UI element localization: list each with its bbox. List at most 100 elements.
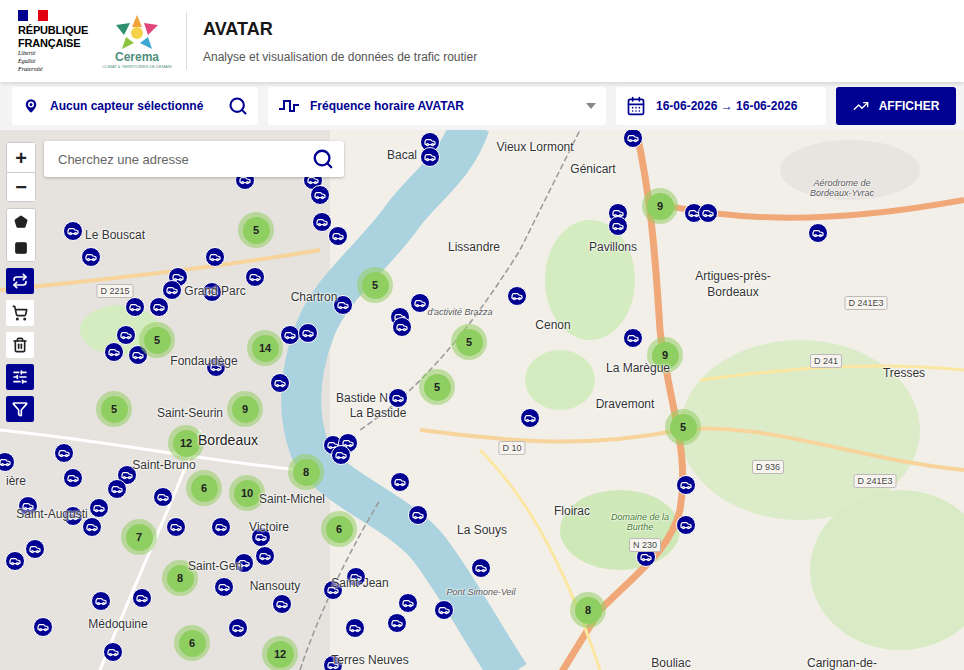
sensor-pin[interactable]	[676, 475, 696, 495]
car-icon	[524, 412, 536, 424]
sensor-cluster[interactable]: 5	[96, 391, 132, 427]
sensor-pin[interactable]	[272, 594, 292, 614]
sensor-pin[interactable]	[471, 558, 491, 578]
zoom-in-button[interactable]: +	[7, 143, 35, 172]
sensor-pin[interactable]	[103, 642, 123, 662]
sensor-cluster[interactable]: 5	[238, 212, 274, 248]
car-icon	[86, 521, 98, 533]
sensor-cluster[interactable]: 5	[451, 324, 487, 360]
rectangle-tool-button[interactable]	[7, 235, 35, 261]
place-label: d'activité Brazza	[424, 307, 496, 317]
sensor-pin[interactable]	[676, 515, 696, 535]
sensor-pin[interactable]	[398, 593, 418, 613]
sensor-pin[interactable]	[211, 517, 231, 537]
sensor-pin[interactable]	[132, 588, 152, 608]
sensor-cluster[interactable]: 6	[321, 511, 357, 547]
sensor-cluster[interactable]: 6	[174, 625, 210, 661]
sensor-pin[interactable]	[228, 618, 248, 638]
sensor-pin[interactable]	[507, 286, 527, 306]
sensor-pin[interactable]	[345, 618, 365, 638]
sensor-pin[interactable]	[410, 293, 430, 313]
sensor-pin[interactable]	[331, 445, 351, 465]
sensor-pin[interactable]	[434, 600, 454, 620]
app: RÉPUBLIQUEFRANÇAISELibertéÉgalitéFratern…	[0, 0, 964, 670]
sensor-pin[interactable]	[298, 323, 318, 343]
sensor-pin[interactable]	[270, 373, 290, 393]
sensor-pin[interactable]	[310, 185, 330, 205]
address-input[interactable]	[56, 151, 312, 168]
place-label: Bouliac	[651, 656, 690, 670]
sensor-pin[interactable]	[623, 328, 643, 348]
sensor-pin[interactable]	[63, 468, 83, 488]
sensor-field[interactable]: Aucun capteur sélectionné	[12, 87, 258, 125]
sensor-cluster[interactable]: 5	[139, 322, 175, 358]
sensor-pin[interactable]	[63, 221, 83, 241]
cerema-name: Cerema	[115, 51, 159, 64]
sensor-pin[interactable]	[54, 443, 74, 463]
sensor-pin[interactable]	[153, 487, 173, 507]
sensor-pin[interactable]	[390, 472, 410, 492]
sensor-cluster[interactable]: 9	[227, 391, 263, 427]
sensor-cluster[interactable]: 5	[357, 267, 393, 303]
sensor-pin[interactable]	[392, 317, 412, 337]
sensor-cluster[interactable]: 6	[186, 470, 222, 506]
sensor-pin[interactable]	[387, 613, 407, 633]
show-button[interactable]: AFFICHER	[836, 87, 956, 125]
sensor-pin[interactable]	[255, 546, 275, 566]
car-icon	[316, 216, 328, 228]
sensor-cluster[interactable]: 8	[288, 454, 324, 490]
sensor-pin[interactable]	[25, 539, 45, 559]
sensor-pin[interactable]	[81, 247, 101, 267]
sensor-pin[interactable]	[33, 617, 53, 637]
date-range-field[interactable]: 16-06-2026 → 16-06-2026	[616, 87, 826, 125]
sensor-pin[interactable]	[91, 591, 111, 611]
polygon-tool-button[interactable]	[7, 209, 35, 235]
sensor-cluster[interactable]: 14	[247, 330, 283, 366]
sensor-pin[interactable]	[166, 517, 186, 537]
sensor-pin[interactable]	[608, 216, 628, 236]
sliders-tool-button[interactable]	[6, 364, 34, 390]
place-label: Dravemont	[596, 397, 655, 411]
sensor-pin[interactable]	[698, 203, 718, 223]
sensor-cluster[interactable]: 5	[419, 369, 455, 405]
trash-tool-button[interactable]	[6, 332, 34, 358]
zoom-out-button[interactable]: −	[7, 172, 35, 201]
cerema-tagline: CLIMAT & TERRITOIRES DE DEMAIN	[102, 64, 171, 69]
sensor-pin[interactable]	[205, 247, 225, 267]
map[interactable]: 5551455995912586107688612BacalVieux Lorm…	[0, 130, 964, 670]
search-icon[interactable]	[228, 96, 248, 116]
filter-tool-button[interactable]	[6, 396, 34, 422]
sensor-pin[interactable]	[107, 479, 127, 499]
sensor-pin[interactable]	[245, 267, 265, 287]
cerema-logo: CeremaCLIMAT & TERRITOIRES DE DEMAIN	[102, 13, 172, 69]
sensor-text: Aucun capteur sélectionné	[50, 99, 218, 113]
sensor-pin[interactable]	[5, 551, 25, 571]
sensor-pin[interactable]	[214, 577, 234, 597]
sensor-pin[interactable]	[104, 342, 124, 362]
sensor-pin[interactable]	[408, 505, 428, 525]
sensor-pin[interactable]	[280, 325, 300, 345]
sensor-pin[interactable]	[520, 408, 540, 428]
address-search[interactable]	[44, 141, 344, 177]
sensor-cluster[interactable]: 7	[121, 519, 157, 555]
cart-tool-button[interactable]	[6, 300, 34, 326]
search-icon[interactable]	[312, 148, 334, 170]
sensor-cluster[interactable]: 9	[642, 188, 678, 224]
sensor-pin[interactable]	[162, 280, 182, 300]
sensor-cluster[interactable]: 12	[262, 636, 298, 670]
frequency-select[interactable]: Fréquence horaire AVATAR	[268, 87, 606, 125]
sensor-pin[interactable]	[116, 325, 136, 345]
sensor-pin[interactable]	[125, 297, 145, 317]
frequency-icon	[278, 97, 300, 115]
sensor-pin[interactable]	[328, 226, 348, 246]
car-icon	[640, 551, 652, 563]
swap-tool-button[interactable]	[6, 268, 34, 294]
sensor-pin[interactable]	[388, 388, 408, 408]
sensor-cluster[interactable]: 5	[665, 409, 701, 445]
car-icon	[85, 251, 97, 263]
sensor-cluster[interactable]: 8	[570, 592, 606, 628]
sensor-pin[interactable]	[420, 147, 440, 167]
sensor-pin[interactable]	[808, 223, 828, 243]
sensor-pin[interactable]	[149, 297, 169, 317]
sensor-pin[interactable]	[89, 498, 109, 518]
